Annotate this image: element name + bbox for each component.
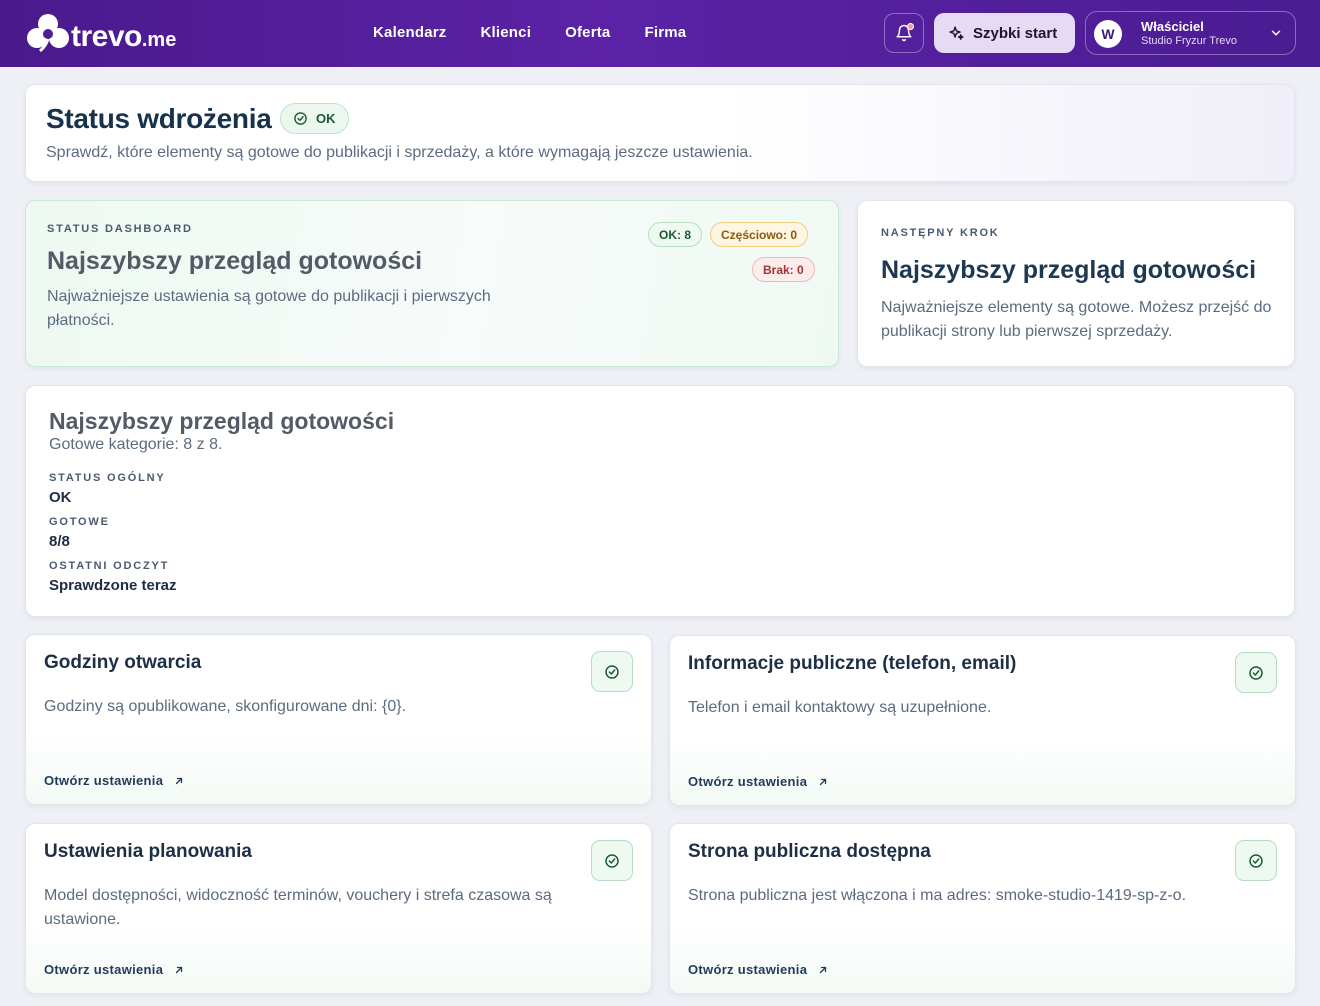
next-step-title: Najszybszy przegląd gotowości [881, 256, 1257, 284]
avatar: W [1094, 20, 1122, 48]
nav-item-oferta[interactable]: Oferta [565, 24, 610, 41]
tile-description: Telefon i email kontaktowy są uzupełnion… [688, 699, 992, 716]
opening-hours-tile: Godziny otwarcia Godziny są opublikowane… [25, 634, 652, 805]
brand-logo[interactable]: trevo .me [26, 12, 176, 52]
open-settings-label: Otwórz ustawienia [688, 962, 808, 977]
missing-count-badge: Brak: 0 [752, 257, 815, 282]
main-nav: Kalendarz Klienci Oferta Firma [373, 24, 686, 41]
last-read-label: OSTATNI ODCZYT [49, 560, 170, 572]
open-settings-label: Otwórz ustawienia [688, 774, 808, 789]
open-settings-link[interactable]: Otwórz ustawienia [44, 773, 185, 788]
summary-subtitle: Gotowe kategorie: 8 z 8. [49, 436, 223, 453]
open-settings-link[interactable]: Otwórz ustawienia [688, 774, 829, 789]
overall-status-value: OK [49, 489, 72, 506]
partial-count-badge: Częściowo: 0 [710, 222, 809, 247]
arrow-up-right-icon [820, 966, 827, 973]
notifications-button[interactable] [884, 13, 924, 53]
last-read-value: Sprawdzone teraz [49, 577, 177, 594]
overall-status-label: STATUS OGÓLNY [49, 472, 166, 484]
dashboard-title: Najszybszy przegląd gotowości [47, 247, 423, 275]
check-circle-icon [1249, 665, 1263, 680]
status-ok-indicator [591, 840, 633, 881]
tile-description: Godziny są opublikowane, skonfigurowane … [44, 698, 407, 715]
status-ok-indicator [1235, 652, 1277, 693]
status-ok-indicator [591, 651, 633, 692]
page-title: Status wdrożenia [46, 103, 272, 134]
status-badge: OK [280, 103, 349, 134]
status-ok-indicator [1235, 840, 1277, 881]
brand-name: trevo [71, 20, 142, 53]
brand-tld: .me [141, 29, 177, 51]
arrow-up-right-icon [820, 778, 827, 785]
scheduling-settings-tile: Ustawienia planowania Model dostępności,… [25, 823, 652, 994]
arrow-up-right-icon [176, 966, 183, 973]
next-step-kicker: NASTĘPNY KROK [881, 227, 1000, 239]
nav-item-firma[interactable]: Firma [644, 24, 686, 41]
check-circle-icon [605, 664, 619, 679]
open-settings-link[interactable]: Otwórz ustawienia [44, 962, 185, 977]
check-circle-icon [294, 112, 307, 125]
tile-title: Informacje publiczne (telefon, email) [688, 653, 1017, 674]
public-info-tile: Informacje publiczne (telefon, email) Te… [669, 635, 1296, 806]
page-header-card: Status wdrożenia OK Sprawdź, które eleme… [25, 84, 1295, 182]
open-settings-link[interactable]: Otwórz ustawienia [688, 962, 829, 977]
top-bar: trevo .me Kalendarz Klienci Oferta Firma… [0, 0, 1320, 67]
tile-description: Strona publiczna jest włączona i ma adre… [688, 887, 1187, 904]
summary-title: Najszybszy przegląd gotowości [49, 408, 395, 434]
sparkle-icon [949, 25, 964, 40]
ready-value: 8/8 [49, 533, 70, 550]
account-menu[interactable]: W Właściciel Studio Fryzur Trevo [1085, 11, 1296, 55]
ready-label: GOTOWE [49, 516, 110, 528]
notification-dot [907, 23, 914, 30]
open-settings-label: Otwórz ustawienia [44, 962, 164, 977]
arrow-up-right-icon [176, 777, 183, 784]
tile-title: Strona publiczna dostępna [688, 841, 931, 862]
clover-logo-icon [27, 14, 69, 52]
page-subtitle: Sprawdź, które elementy są gotowe do pub… [46, 144, 753, 161]
account-studio: Studio Fryzur Trevo [1141, 35, 1237, 47]
next-step-description: Najważniejsze elementy są gotowe. Możesz… [881, 299, 1272, 340]
check-circle-icon [1249, 853, 1263, 868]
public-page-tile: Strona publiczna dostępna Strona publicz… [669, 823, 1296, 994]
quick-start-label: Szybki start [973, 24, 1058, 42]
check-circle-icon [605, 853, 619, 868]
next-step-card: NASTĘPNY KROK Najszybszy przegląd gotowo… [857, 200, 1295, 367]
nav-item-kalendarz[interactable]: Kalendarz [373, 24, 447, 41]
chevron-down-icon [1271, 30, 1281, 36]
account-name: Właściciel [1141, 19, 1204, 34]
tile-title: Godziny otwarcia [44, 652, 202, 673]
tile-description: Model dostępności, widoczność terminów, … [44, 887, 552, 928]
dashboard-kicker: STATUS DASHBOARD [47, 223, 193, 235]
ok-count-badge: OK: 8 [648, 222, 703, 247]
readiness-summary-card: Najszybszy przegląd gotowości Gotowe kat… [25, 385, 1295, 617]
quick-start-button[interactable]: Szybki start [934, 13, 1075, 53]
dashboard-description: Najważniejsze ustawienia są gotowe do pu… [47, 288, 491, 329]
status-badge-label: OK [316, 111, 336, 126]
status-dashboard-card: STATUS DASHBOARD Najszybszy przegląd got… [25, 200, 839, 367]
nav-item-klienci[interactable]: Klienci [481, 24, 532, 41]
open-settings-label: Otwórz ustawienia [44, 773, 164, 788]
tile-title: Ustawienia planowania [44, 841, 252, 862]
